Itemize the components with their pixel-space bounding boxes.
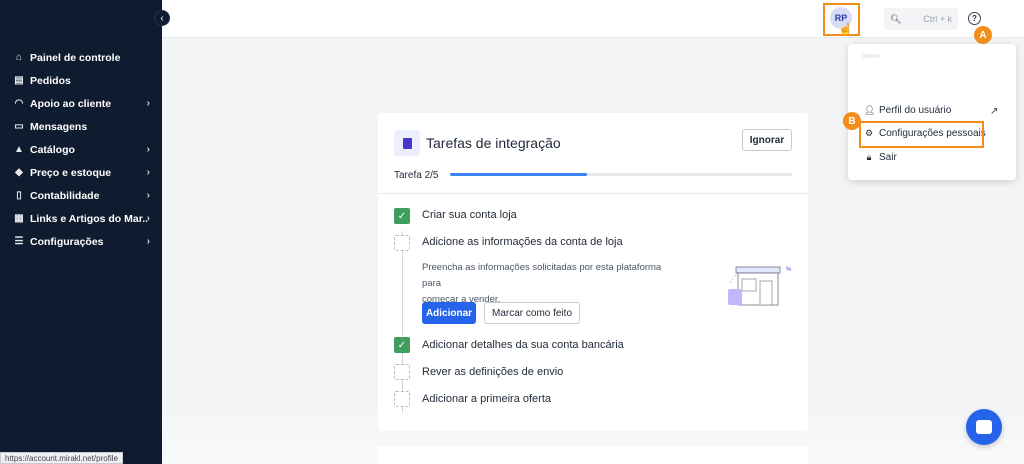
- chevron-right-icon: ›: [146, 167, 150, 178]
- task-checkbox[interactable]: [394, 391, 410, 407]
- top-bar: 🔍︎ Ctrl + k ?: [162, 0, 1024, 38]
- callout-marker-b: B: [843, 112, 861, 130]
- mark-as-done-button[interactable]: Marcar como feito: [484, 302, 580, 324]
- chat-support-button[interactable]: [966, 409, 1002, 445]
- task-checkbox-done[interactable]: ✓: [394, 208, 410, 224]
- document-icon: ▯: [16, 190, 22, 201]
- task-label: Adicionar detalhes da sua conta bancária: [422, 339, 624, 351]
- sidebar: ⌂ Painel de controle ▤ Pedidos ◠ Apoio a…: [0, 0, 162, 464]
- task-checkbox[interactable]: [394, 235, 410, 251]
- svg-text:%: %: [786, 267, 792, 273]
- home-icon: ⌂: [15, 52, 23, 63]
- task-label: Criar sua conta loja: [422, 209, 517, 221]
- ignore-button[interactable]: Ignorar: [742, 129, 792, 151]
- sidebar-item-label: Painel de controle: [30, 51, 121, 64]
- secondary-card: [378, 446, 808, 464]
- sidebar-item-links[interactable]: ▦ Links e Artigos do Mar... ›: [0, 207, 162, 230]
- divider: [378, 193, 808, 194]
- search-button[interactable]: 🔍︎ Ctrl + k: [884, 8, 958, 30]
- task-count: Tarefa 2/5: [394, 170, 439, 181]
- task-label: Rever as definições de envio: [422, 366, 564, 378]
- help-icon[interactable]: ?: [968, 12, 981, 25]
- task-description-line: Preencha as informações solicitadas por …: [422, 262, 662, 289]
- sidebar-item-pedidos[interactable]: ▤ Pedidos: [0, 69, 162, 92]
- progress-bar: [450, 173, 792, 176]
- task-description: Preencha as informações solicitadas por …: [422, 260, 682, 308]
- sidebar-item-label: Pedidos: [30, 74, 71, 87]
- chevron-left-icon: ‹: [160, 12, 164, 24]
- external-link-icon[interactable]: ↗: [990, 106, 998, 117]
- chat-icon: [976, 420, 992, 434]
- menu-item-label: Sair: [879, 152, 897, 163]
- search-shortcut: Ctrl + k: [923, 14, 952, 24]
- onboarding-card: Tarefas de integração Ignorar Tarefa 2/5…: [378, 113, 808, 431]
- chevron-right-icon: ›: [146, 144, 150, 155]
- sidebar-item-label: Apoio ao cliente: [30, 97, 112, 110]
- user-name-placeholder: [862, 54, 880, 58]
- clipboard-icon: [394, 130, 420, 156]
- message-icon: ▭: [14, 121, 24, 132]
- lock-icon: 🔒︎: [866, 152, 872, 162]
- menu-item-label: Perfil do usuário: [879, 105, 952, 116]
- tag-icon: ◆: [15, 167, 23, 178]
- shapes-icon: ▲: [14, 144, 24, 155]
- storefront-illustration: %: [728, 266, 792, 306]
- sidebar-nav: ⌂ Painel de controle ▤ Pedidos ◠ Apoio a…: [0, 46, 162, 253]
- sidebar-item-painel[interactable]: ⌂ Painel de controle: [0, 46, 162, 69]
- task-label: Adicionar a primeira oferta: [422, 393, 552, 405]
- sidebar-item-label: Mensagens: [30, 120, 88, 133]
- sidebar-item-label: Catálogo: [30, 143, 75, 156]
- chevron-right-icon: ›: [146, 236, 150, 247]
- sidebar-item-mensagens[interactable]: ▭ Mensagens: [0, 115, 162, 138]
- callout-marker-a: A: [974, 26, 992, 44]
- user-dropdown-menu: 👤︎ Perfil do usuário ↗ ⚙ Configurações p…: [848, 44, 1016, 180]
- clipboard-icon: ▤: [14, 75, 24, 86]
- task-checkbox[interactable]: [394, 364, 410, 380]
- status-bar-url: https://account.mirakl.net/profile: [0, 452, 123, 464]
- menu-item-logout[interactable]: 🔒︎ Sair: [864, 152, 897, 163]
- sidebar-item-preco[interactable]: ◆ Preço e estoque ›: [0, 161, 162, 184]
- sidebar-item-label: Links e Artigos do Mar...: [30, 212, 147, 225]
- sidebar-item-catalogo[interactable]: ▲ Catálogo ›: [0, 138, 162, 161]
- sliders-icon: ☰: [14, 236, 24, 247]
- menu-item-profile[interactable]: 👤︎ Perfil do usuário: [864, 105, 951, 116]
- add-button[interactable]: Adicionar: [422, 302, 476, 324]
- task-label: Adicione as informações da conta de loja: [422, 236, 623, 248]
- chevron-right-icon: ›: [146, 98, 150, 109]
- sidebar-item-contabilidade[interactable]: ▯ Contabilidade ›: [0, 184, 162, 207]
- sidebar-item-label: Contabilidade: [30, 189, 100, 202]
- collapse-sidebar-button[interactable]: ‹: [154, 10, 170, 26]
- sidebar-item-label: Configurações: [30, 235, 104, 248]
- sidebar-item-configuracoes[interactable]: ☰ Configurações ›: [0, 230, 162, 253]
- headset-icon: ◠: [14, 98, 24, 109]
- task-checkbox-done[interactable]: ✓: [394, 337, 410, 353]
- hand-cursor-icon: ☝: [838, 22, 853, 36]
- search-icon: 🔍︎: [890, 13, 902, 24]
- sidebar-item-label: Preço e estoque: [30, 166, 112, 179]
- sidebar-item-apoio[interactable]: ◠ Apoio ao cliente ›: [0, 92, 162, 115]
- user-icon: 👤︎: [864, 105, 876, 115]
- grid-icon: ▦: [14, 213, 24, 224]
- card-title: Tarefas de integração: [426, 135, 561, 151]
- settings-highlight-frame: [859, 121, 984, 148]
- chevron-right-icon: ›: [146, 213, 150, 224]
- progress-fill: [450, 173, 587, 176]
- chevron-right-icon: ›: [146, 190, 150, 201]
